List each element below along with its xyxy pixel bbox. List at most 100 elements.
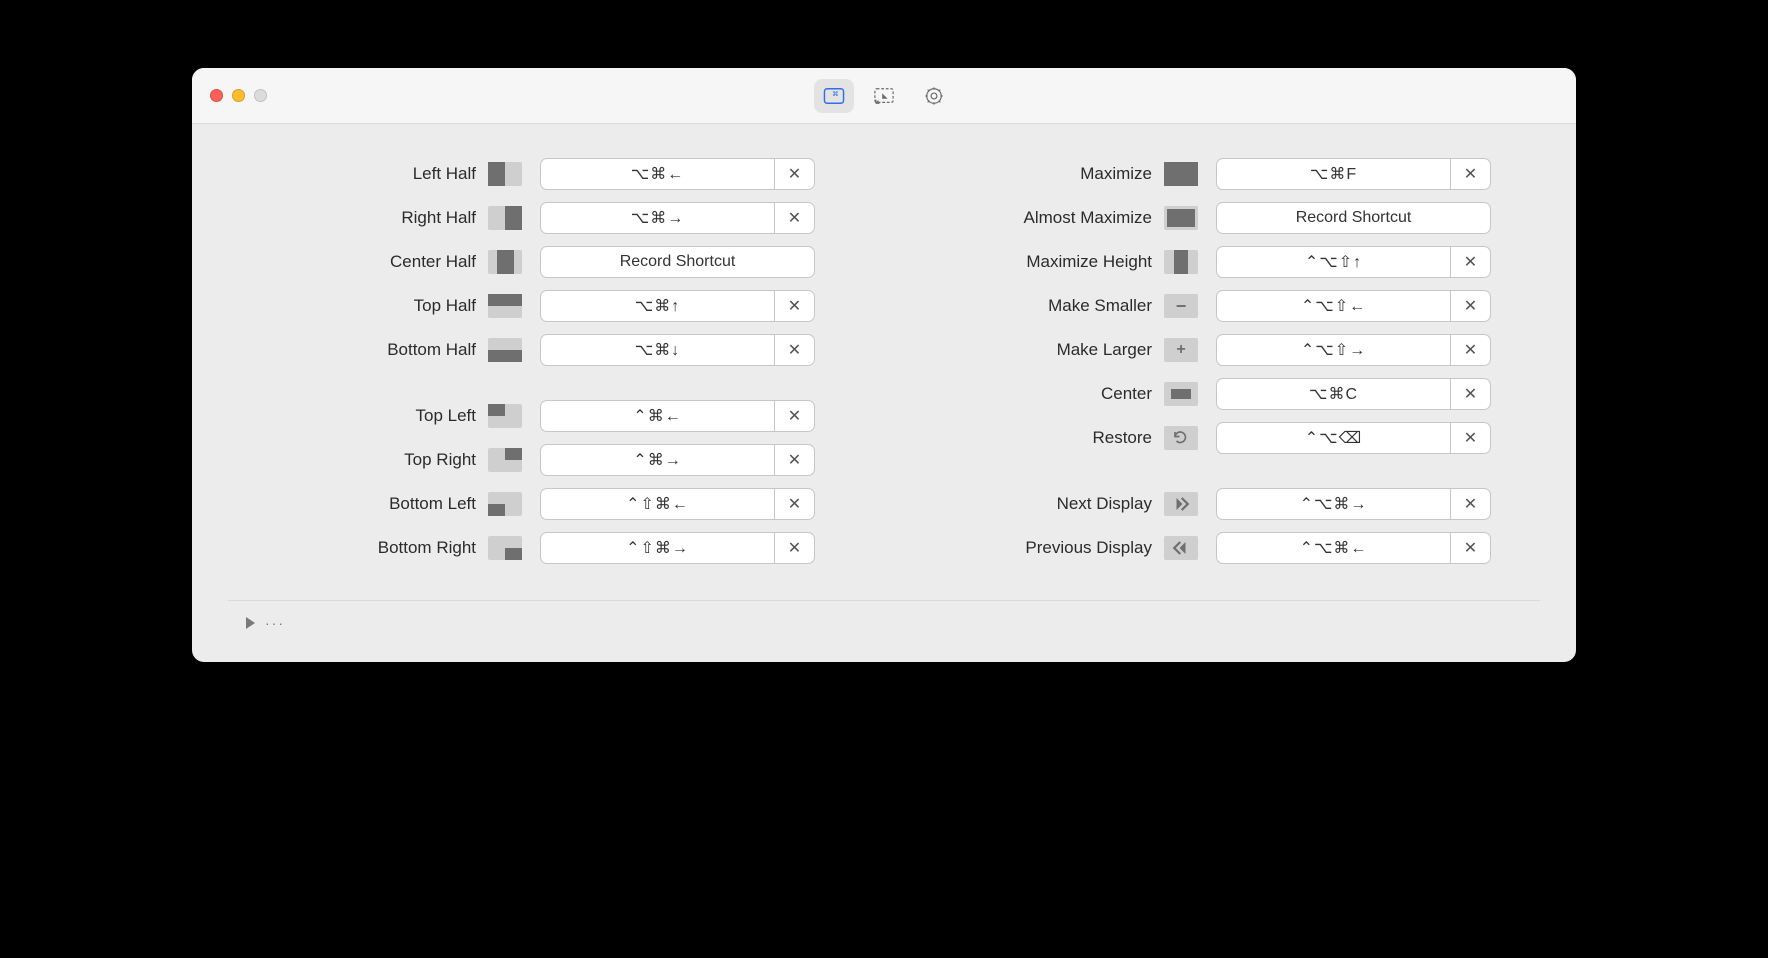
shortcut-field-bottom-half[interactable]: ⌥⌘↓ xyxy=(540,334,775,366)
row-right-half: Right Half ⌥⌘→✕ xyxy=(228,196,864,240)
label-bottom-right: Bottom Right xyxy=(228,538,488,558)
clear-shortcut-left-half[interactable]: ✕ xyxy=(775,158,815,190)
row-top-left: Top Left ⌃⌘←✕ xyxy=(228,394,864,438)
almost-max-icon xyxy=(1164,206,1198,230)
bottom-half-icon xyxy=(488,338,522,362)
shortcut-field-right-half[interactable]: ⌥⌘→ xyxy=(540,202,775,234)
bottom-left-icon xyxy=(488,492,522,516)
shortcut-field-center[interactable]: ⌥⌘C xyxy=(1216,378,1451,410)
row-top-right: Top Right ⌃⌘→✕ xyxy=(228,438,864,482)
toolbar-tab-snap[interactable] xyxy=(864,79,904,113)
clear-shortcut-maximize[interactable]: ✕ xyxy=(1451,158,1491,190)
row-center-half: Center Half Record Shortcut xyxy=(228,240,864,284)
shortcut-field-top-left[interactable]: ⌃⌘← xyxy=(540,400,775,432)
clear-shortcut-top-right[interactable]: ✕ xyxy=(775,444,815,476)
shortcut-field-maximize-height[interactable]: ⌃⌥⇧↑ xyxy=(1216,246,1451,278)
shortcut-field-make-larger[interactable]: ⌃⌥⇧→ xyxy=(1216,334,1451,366)
center-win-icon xyxy=(1164,382,1198,406)
clear-shortcut-make-smaller[interactable]: ✕ xyxy=(1451,290,1491,322)
center-half-icon xyxy=(488,250,522,274)
top-right-icon xyxy=(488,448,522,472)
left-half-icon xyxy=(488,162,522,186)
top-left-icon xyxy=(488,404,522,428)
row-maximize: Maximize ⌥⌘F✕ xyxy=(904,152,1540,196)
row-bottom-right: Bottom Right ⌃⇧⌘→✕ xyxy=(228,526,864,570)
zoom-window-button xyxy=(254,89,267,102)
label-maximize: Maximize xyxy=(904,164,1164,184)
shortcut-field-make-smaller[interactable]: ⌃⌥⇧← xyxy=(1216,290,1451,322)
preferences-window: ⌘ xyxy=(192,68,1576,662)
clear-shortcut-restore[interactable]: ✕ xyxy=(1451,422,1491,454)
label-center: Center xyxy=(904,384,1164,404)
row-next-display: Next Display ⌃⌥⌘→✕ xyxy=(904,482,1540,526)
label-bottom-left: Bottom Left xyxy=(228,494,488,514)
max-height-icon xyxy=(1164,250,1198,274)
content: Left Half⌥⌘←✕Right Half⌥⌘→✕Center HalfRe… xyxy=(192,124,1576,662)
shortcut-field-next-display[interactable]: ⌃⌥⌘→ xyxy=(1216,488,1451,520)
row-previous-display: Previous Display ⌃⌥⌘←✕ xyxy=(904,526,1540,570)
row-bottom-half: Bottom Half ⌥⌘↓✕ xyxy=(228,328,864,372)
titlebar: ⌘ xyxy=(192,68,1576,124)
label-next-display: Next Display xyxy=(904,494,1164,514)
shortcut-field-top-right[interactable]: ⌃⌘→ xyxy=(540,444,775,476)
keyboard-shortcuts-icon: ⌘ xyxy=(823,86,845,106)
label-right-half: Right Half xyxy=(228,208,488,228)
next-display-icon xyxy=(1164,492,1198,516)
shortcut-field-previous-display[interactable]: ⌃⌥⌘← xyxy=(1216,532,1451,564)
clear-shortcut-center[interactable]: ✕ xyxy=(1451,378,1491,410)
toolbar-tab-shortcuts[interactable]: ⌘ xyxy=(814,79,854,113)
shortcut-field-maximize[interactable]: ⌥⌘F xyxy=(1216,158,1451,190)
shortcut-field-left-half[interactable]: ⌥⌘← xyxy=(540,158,775,190)
clear-shortcut-right-half[interactable]: ✕ xyxy=(775,202,815,234)
label-bottom-half: Bottom Half xyxy=(228,340,488,360)
right-half-icon xyxy=(488,206,522,230)
make-smaller-icon xyxy=(1164,294,1198,318)
make-larger-icon xyxy=(1164,338,1198,362)
record-shortcut-almost-maximize[interactable]: Record Shortcut xyxy=(1216,202,1491,234)
toolbar-tab-settings[interactable] xyxy=(914,79,954,113)
gear-icon xyxy=(923,86,945,106)
row-center: Center ⌥⌘C✕ xyxy=(904,372,1540,416)
label-almost-maximize: Almost Maximize xyxy=(904,208,1164,228)
clear-shortcut-maximize-height[interactable]: ✕ xyxy=(1451,246,1491,278)
clear-shortcut-bottom-right[interactable]: ✕ xyxy=(775,532,815,564)
shortcut-field-bottom-left[interactable]: ⌃⇧⌘← xyxy=(540,488,775,520)
snap-areas-icon xyxy=(873,86,895,106)
right-column: Maximize⌥⌘F✕Almost MaximizeRecord Shortc… xyxy=(904,152,1540,592)
label-make-smaller: Make Smaller xyxy=(904,296,1164,316)
row-maximize-height: Maximize Height⌃⌥⇧↑✕ xyxy=(904,240,1540,284)
row-make-larger: Make Larger ⌃⌥⇧→✕ xyxy=(904,328,1540,372)
shortcut-field-bottom-right[interactable]: ⌃⇧⌘→ xyxy=(540,532,775,564)
clear-shortcut-next-display[interactable]: ✕ xyxy=(1451,488,1491,520)
row-make-smaller: Make Smaller ⌃⌥⇧←✕ xyxy=(904,284,1540,328)
record-shortcut-center-half[interactable]: Record Shortcut xyxy=(540,246,815,278)
left-column: Left Half⌥⌘←✕Right Half⌥⌘→✕Center HalfRe… xyxy=(228,152,864,592)
label-restore: Restore xyxy=(904,428,1164,448)
clear-shortcut-top-left[interactable]: ✕ xyxy=(775,400,815,432)
label-center-half: Center Half xyxy=(228,252,488,272)
svg-text:⌘: ⌘ xyxy=(832,91,838,98)
prev-display-icon xyxy=(1164,536,1198,560)
clear-shortcut-previous-display[interactable]: ✕ xyxy=(1451,532,1491,564)
shortcut-field-restore[interactable]: ⌃⌥⌫ xyxy=(1216,422,1451,454)
bottom-right-icon xyxy=(488,536,522,560)
label-previous-display: Previous Display xyxy=(904,538,1164,558)
clear-shortcut-make-larger[interactable]: ✕ xyxy=(1451,334,1491,366)
close-window-button[interactable] xyxy=(210,89,223,102)
label-left-half: Left Half xyxy=(228,164,488,184)
traffic-lights xyxy=(210,89,267,102)
top-half-icon xyxy=(488,294,522,318)
label-top-left: Top Left xyxy=(228,406,488,426)
label-make-larger: Make Larger xyxy=(904,340,1164,360)
row-top-half: Top Half⌥⌘↑✕ xyxy=(228,284,864,328)
footer-expander[interactable]: ··· xyxy=(228,600,1540,644)
clear-shortcut-top-half[interactable]: ✕ xyxy=(775,290,815,322)
minimize-window-button[interactable] xyxy=(232,89,245,102)
restore-icon xyxy=(1164,426,1198,450)
clear-shortcut-bottom-left[interactable]: ✕ xyxy=(775,488,815,520)
clear-shortcut-bottom-half[interactable]: ✕ xyxy=(775,334,815,366)
label-top-right: Top Right xyxy=(228,450,488,470)
row-restore: Restore ⌃⌥⌫✕ xyxy=(904,416,1540,460)
shortcut-field-top-half[interactable]: ⌥⌘↑ xyxy=(540,290,775,322)
disclosure-triangle-icon xyxy=(246,617,255,629)
